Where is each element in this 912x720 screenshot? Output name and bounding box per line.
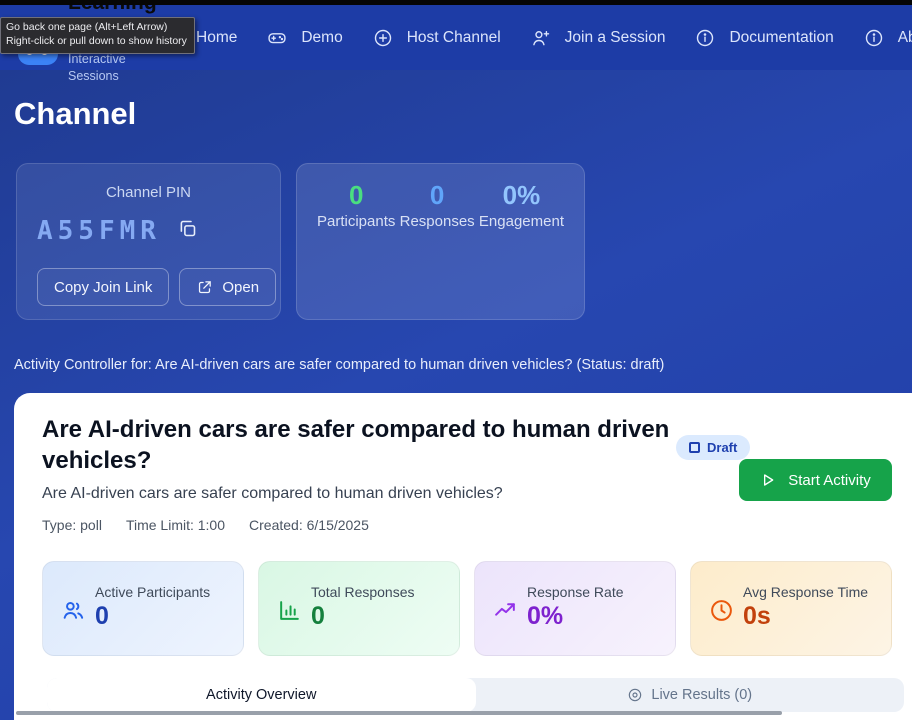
activity-description: Are AI-driven cars are safer compared to… <box>42 485 503 503</box>
circle-plus-icon <box>373 28 393 48</box>
activity-controller-status-text: Activity Controller for: Are AI-driven c… <box>14 357 664 373</box>
page-title: Channel <box>14 96 136 132</box>
avg-response-time-value: 0s <box>743 602 771 631</box>
responses-value: 0 <box>400 180 475 211</box>
channel-pin-label: Channel PIN <box>17 184 280 201</box>
active-participants-value: 0 <box>95 602 109 631</box>
stat-responses: 0 Responses <box>400 180 475 230</box>
nav-item-host-channel[interactable]: Host Channel <box>373 28 501 48</box>
channel-stats-card: 0 Participants 0 Responses 0% Engagement <box>296 163 585 320</box>
avg-response-time-label: Avg Response Time <box>743 584 868 600</box>
copy-icon <box>177 218 198 239</box>
total-responses-label: Total Responses <box>311 584 415 600</box>
info-icon <box>864 28 884 48</box>
response-rate-card: Response Rate 0% <box>474 561 676 656</box>
app-screen: Learning Interactive Sessions Go back on… <box>0 0 912 720</box>
user-plus-icon <box>531 28 551 48</box>
gamepad-icon <box>267 28 287 48</box>
active-participants-card: Active Participants 0 <box>42 561 244 656</box>
activity-created-date: Created: 6/15/2025 <box>249 517 369 533</box>
nav-item-label: Demo <box>301 29 342 47</box>
active-participants-label: Active Participants <box>95 584 210 600</box>
start-activity-button[interactable]: Start Activity <box>739 459 892 501</box>
total-responses-value: 0 <box>311 602 325 631</box>
engagement-value: 0% <box>479 180 564 211</box>
activity-type: Type: poll <box>42 517 102 533</box>
nav-item-label: Home <box>196 29 237 47</box>
nav-item-documentation[interactable]: Documentation <box>695 28 833 48</box>
copy-pin-button[interactable] <box>177 218 198 244</box>
stat-participants: 0 Participants <box>317 180 395 230</box>
response-rate-label: Response Rate <box>527 584 624 600</box>
responses-label: Responses <box>400 213 475 230</box>
nav-item-label: Join a Session <box>565 29 666 47</box>
nav-item-about[interactable]: About <box>864 28 912 48</box>
response-rate-value: 0% <box>527 602 563 631</box>
open-button-label: Open <box>222 279 259 296</box>
horizontal-scrollbar[interactable] <box>16 711 782 715</box>
draft-square-icon <box>689 442 700 453</box>
participants-label: Participants <box>317 213 395 230</box>
activity-title: Are AI-driven cars are safer compared to… <box>42 415 674 476</box>
tab-live-results-label: Live Results (0) <box>651 687 752 703</box>
start-activity-label: Start Activity <box>788 472 871 489</box>
activity-meta-row: Type: poll Time Limit: 1:00 Created: 6/1… <box>42 517 369 533</box>
activity-stats-grid: Active Participants 0 Total Responses 0 … <box>42 561 892 656</box>
participants-value: 0 <box>317 180 395 211</box>
clock-icon <box>709 598 734 623</box>
users-icon <box>61 598 86 623</box>
bar-chart-icon <box>277 598 302 623</box>
tab-live-results[interactable]: Live Results (0) <box>476 678 905 712</box>
nav-item-label: Host Channel <box>407 29 501 47</box>
external-link-icon <box>196 279 213 296</box>
status-badge: Draft <box>676 435 750 460</box>
trending-up-icon <box>493 598 518 623</box>
channel-pin-value: A55FMR <box>37 216 161 246</box>
play-icon <box>760 472 776 488</box>
window-top-edge <box>0 0 912 5</box>
total-responses-card: Total Responses 0 <box>258 561 460 656</box>
tab-activity-overview[interactable]: Activity Overview <box>47 678 476 712</box>
activity-time-limit: Time Limit: 1:00 <box>126 517 225 533</box>
nav-item-label: About <box>898 29 912 47</box>
stat-engagement: 0% Engagement <box>479 180 564 230</box>
browser-back-tooltip: Go back one page (Alt+Left Arrow) Right-… <box>0 17 195 54</box>
nav-item-join-session[interactable]: Join a Session <box>531 28 666 48</box>
copy-join-link-button[interactable]: Copy Join Link <box>37 268 169 306</box>
activity-tabs: Activity Overview Live Results (0) <box>47 678 904 712</box>
tooltip-line-2: Right-click or pull down to show history <box>6 35 187 49</box>
nav-item-demo[interactable]: Demo <box>267 28 342 48</box>
status-badge-label: Draft <box>707 440 737 455</box>
eye-icon <box>627 687 643 703</box>
activity-card: Are AI-driven cars are safer compared to… <box>14 393 912 720</box>
info-icon <box>695 28 715 48</box>
nav-item-label: Documentation <box>729 29 833 47</box>
tab-activity-overview-label: Activity Overview <box>206 687 316 703</box>
channel-pin-card: Channel PIN A55FMR Copy Join Link Open <box>16 163 281 320</box>
copy-join-link-label: Copy Join Link <box>54 279 152 296</box>
brand-subtitle: Interactive Sessions <box>68 51 153 85</box>
engagement-label: Engagement <box>479 213 564 230</box>
nav-items: Home Demo Host Channel Join a Session Do… <box>162 5 912 70</box>
tooltip-line-1: Go back one page (Alt+Left Arrow) <box>6 21 187 35</box>
avg-response-time-card: Avg Response Time 0s <box>690 561 892 656</box>
open-channel-button[interactable]: Open <box>179 268 276 306</box>
